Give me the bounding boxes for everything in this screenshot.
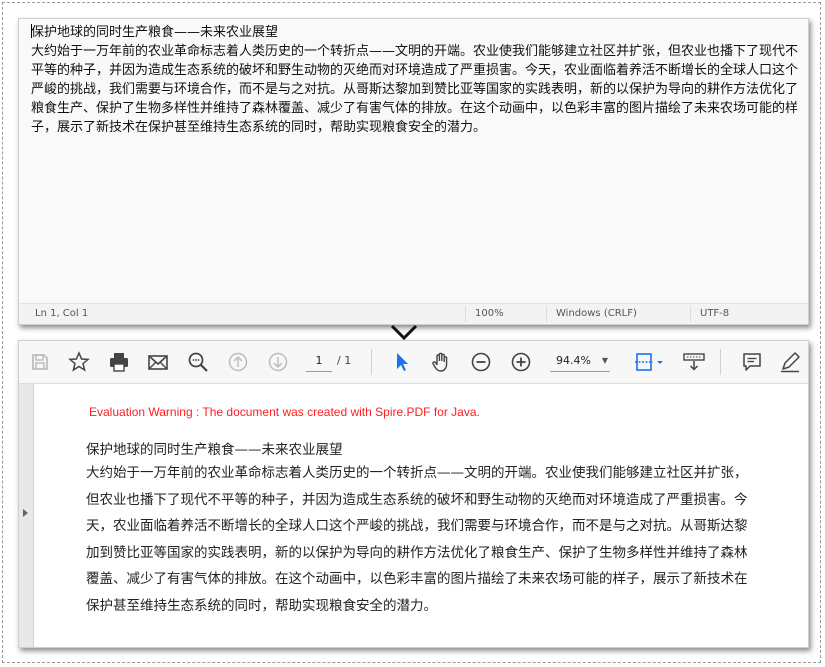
line-ending-indicator[interactable]: Windows (CRLF)	[556, 308, 637, 319]
text-editor-content[interactable]: 保护地球的同时生产粮食——未来农业展望 大约始于一万年前的农业革命标志着人类历史…	[31, 23, 806, 137]
save-icon	[32, 354, 48, 370]
previous-page-button[interactable]	[225, 349, 251, 375]
zoom-level-select[interactable]: 94.4% ▼	[550, 351, 610, 372]
evaluation-warning: Evaluation Warning : The document was cr…	[89, 405, 480, 419]
editor-title-line: 保护地球的同时生产粮食——未来农业展望	[31, 25, 279, 40]
plus-circle-icon	[511, 352, 531, 372]
select-tool-button[interactable]	[389, 349, 415, 375]
encoding-indicator[interactable]: UTF-8	[700, 308, 729, 319]
cursor-position: Ln 1, Col 1	[35, 308, 89, 319]
zoom-in-button[interactable]	[508, 349, 534, 375]
pdf-document-body: 大约始于一万年前的农业革命标志着人类历史的一个转折点——文明的开端。农业使我们能…	[86, 465, 748, 614]
caret-right-icon	[23, 509, 28, 517]
printer-icon	[110, 353, 128, 372]
pen-icon	[781, 352, 800, 373]
zoom-level-value: 94.4%	[556, 354, 591, 367]
pdf-page: Evaluation Warning : The document was cr…	[34, 384, 808, 647]
envelope-icon	[148, 355, 168, 370]
page-total: / 1	[337, 354, 352, 367]
hand-icon	[432, 352, 448, 372]
keyboard-icon	[683, 353, 705, 371]
fit-page-icon	[635, 353, 663, 371]
find-button[interactable]	[185, 349, 211, 375]
chevron-down-icon	[390, 324, 418, 341]
editor-body-text: 大约始于一万年前的农业革命标志着人类历史的一个转折点——文明的开端。农业使我们能…	[31, 44, 799, 135]
text-editor-window: 保护地球的同时生产粮食——未来农业展望 大约始于一万年前的农业革命标志着人类历史…	[18, 18, 809, 325]
pdf-toolbar: 1 / 1 94.4% ▼	[19, 341, 808, 384]
email-button[interactable]	[145, 349, 171, 375]
search-icon	[188, 352, 208, 372]
fit-page-button[interactable]	[632, 349, 666, 375]
read-mode-button[interactable]	[681, 349, 707, 375]
next-page-button[interactable]	[265, 349, 291, 375]
pdf-reader-window: 1 / 1 94.4% ▼ Evaluation Warning: The d…	[18, 340, 809, 648]
comment-icon	[743, 353, 761, 371]
cursor-arrow-icon	[397, 353, 408, 371]
caret-down-icon: ▼	[601, 356, 608, 365]
pdf-document-title: 保护地球的同时生产粮食——未来农业展望	[86, 442, 343, 458]
side-panel-toggle[interactable]	[19, 384, 34, 647]
draw-button[interactable]	[777, 349, 803, 375]
minus-circle-icon	[471, 352, 491, 372]
star-icon	[68, 351, 90, 372]
comment-button[interactable]	[739, 349, 765, 375]
editor-zoom-level[interactable]: 100%	[475, 308, 504, 319]
save-button[interactable]	[27, 349, 53, 375]
bookmark-button[interactable]	[66, 349, 92, 375]
arrow-down-circle-icon	[268, 352, 288, 372]
zoom-out-button[interactable]	[468, 349, 494, 375]
pan-tool-button[interactable]	[428, 349, 454, 375]
print-button[interactable]	[106, 349, 132, 375]
arrow-up-circle-icon	[228, 352, 248, 372]
editor-status-bar: Ln 1, Col 1 100% Windows (CRLF) UTF-8	[19, 303, 808, 324]
page-number-input[interactable]: 1	[306, 351, 332, 372]
